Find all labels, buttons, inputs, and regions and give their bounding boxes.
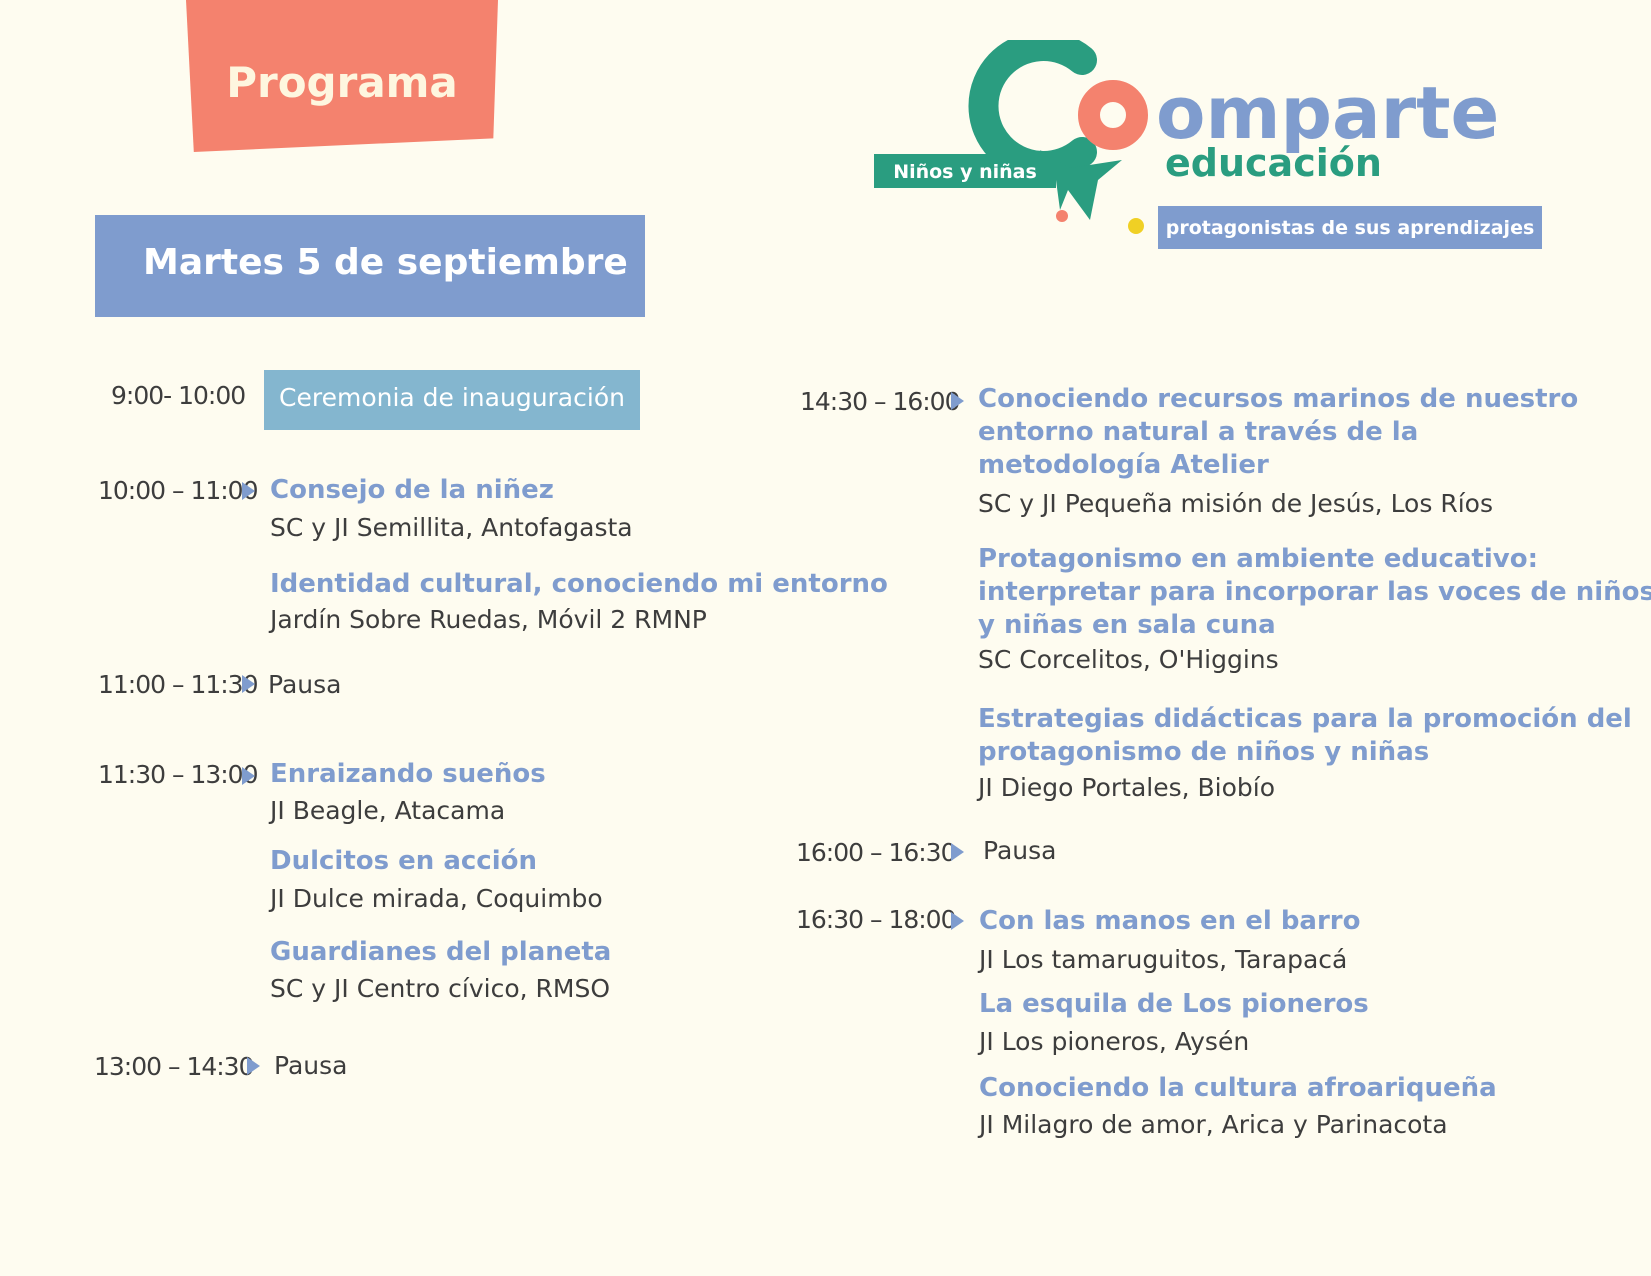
activity-title-line: Conociendo recursos marinos de nuestro <box>978 384 1579 414</box>
activity-title: Con las manos en el barro <box>979 906 1361 936</box>
activity-title: Guardianes del planeta <box>270 937 612 967</box>
time-slot: 10:00 – 11:00 <box>98 476 258 505</box>
ceremony-title: Ceremonia de inauguración <box>279 383 625 412</box>
logo-c-shape <box>968 31 1097 181</box>
arrow-icon <box>242 767 255 785</box>
activity-title-line: entorno natural a través de la <box>978 417 1419 447</box>
activity-venue: Jardín Sobre Ruedas, Móvil 2 RMNP <box>270 605 707 634</box>
time-slot: 14:30 – 16:00 <box>800 387 960 416</box>
date-title: Martes 5 de septiembre <box>143 242 628 283</box>
logo-tag-left: Niños y niñas <box>893 161 1037 183</box>
activity-venue: JI Los pioneros, Aysén <box>979 1027 1250 1056</box>
activity-title-line: Protagonismo en ambiente educativo: <box>978 544 1538 574</box>
arrow-icon <box>247 1057 260 1075</box>
logo-dot-coral <box>1056 210 1068 222</box>
time-slot: 11:30 – 13:00 <box>98 760 258 789</box>
activity-title-line: metodología Atelier <box>978 450 1269 480</box>
programa-title: Programa <box>226 58 458 107</box>
activity-venue: JI Beagle, Atacama <box>270 796 506 825</box>
time-slot: 13:00 – 14:30 <box>94 1052 254 1081</box>
activity-title-line: interpretar para incorporar las voces de… <box>978 577 1651 607</box>
logo-o-shape <box>1078 80 1148 150</box>
activity-title: Identidad cultural, conociendo mi entorn… <box>270 569 888 599</box>
arrow-icon <box>951 843 964 861</box>
comparte-logo: omparte educación Niños y niñas protagon… <box>860 31 1560 260</box>
activity-title: Enraizando sueños <box>270 759 546 789</box>
time-slot: 16:30 – 18:00 <box>796 905 956 934</box>
activity-title-line: y niñas en sala cuna <box>978 610 1276 640</box>
pause-label: Pausa <box>268 670 342 699</box>
pause-label: Pausa <box>983 836 1057 865</box>
logo-word-educacion: educación <box>1165 141 1382 185</box>
time-slot: 11:00 – 11:30 <box>98 670 258 699</box>
arrow-icon <box>242 482 255 500</box>
activity-title: Consejo de la niñez <box>270 475 554 505</box>
activity-venue: JI Diego Portales, Biobío <box>978 773 1276 802</box>
activity-title-line: protagonismo de niños y niñas <box>978 737 1430 767</box>
arrow-icon <box>951 392 964 410</box>
comparte-logo-graphic: omparte educación Niños y niñas protagon… <box>874 31 1542 249</box>
activity-venue: JI Dulce mirada, Coquimbo <box>270 884 603 913</box>
arrow-icon <box>951 912 964 930</box>
activity-venue: JI Milagro de amor, Arica y Parinacota <box>979 1110 1448 1139</box>
logo-dot-yellow <box>1128 218 1144 234</box>
activity-venue: JI Los tamaruguitos, Tarapacá <box>979 945 1348 974</box>
time-slot: 16:00 – 16:30 <box>796 838 956 867</box>
activity-venue: SC y JI Semillita, Antofagasta <box>270 513 633 542</box>
activity-title: La esquila de Los pioneros <box>979 989 1369 1019</box>
arrow-icon <box>242 675 255 693</box>
activity-venue: SC y JI Centro cívico, RMSO <box>270 974 611 1003</box>
activity-title: Conociendo la cultura afroariqueña <box>979 1073 1497 1103</box>
pause-label: Pausa <box>274 1051 348 1080</box>
logo-tag-right: protagonistas de sus aprendizajes <box>1166 217 1535 239</box>
activity-venue: SC Corcelitos, O'Higgins <box>978 645 1279 674</box>
activity-venue: SC y JI Pequeña misión de Jesús, Los Río… <box>978 489 1493 518</box>
activity-title-line: Estrategias didácticas para la promoción… <box>978 704 1632 734</box>
activity-title: Dulcitos en acción <box>270 846 537 876</box>
time-slot: 9:00- 10:00 <box>111 381 246 410</box>
